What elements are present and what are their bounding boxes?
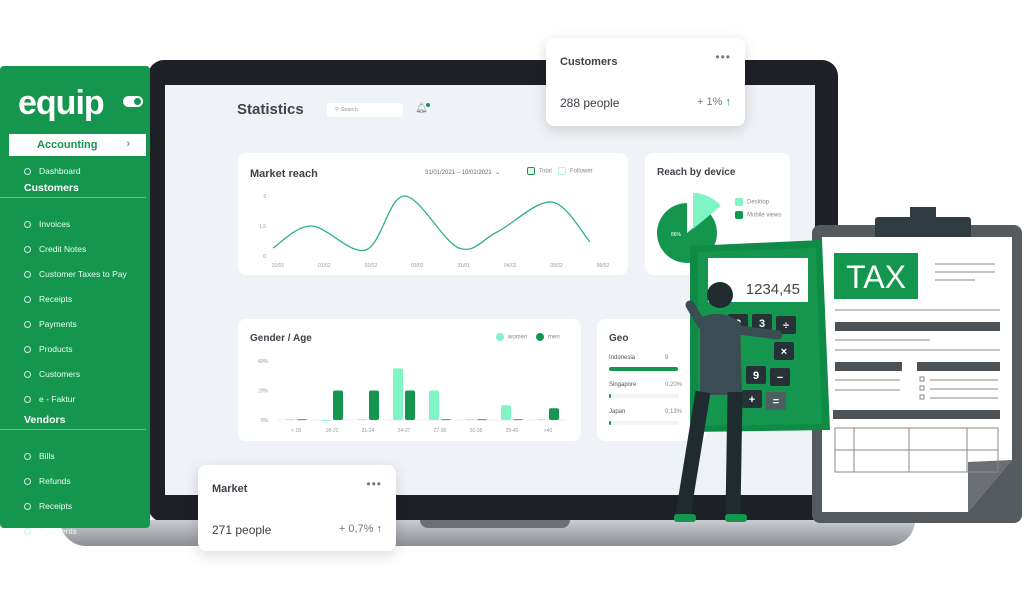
clipboard-illustration: TAX: [812, 207, 1022, 523]
calculator-key-label: +: [749, 394, 755, 406]
calculator-key-label: =: [773, 396, 779, 408]
calculator-display: 1234,45: [746, 281, 800, 298]
calculator-key-label: −: [777, 372, 783, 384]
calculator-key-label: ×: [781, 346, 787, 358]
calculator-key-label: 9: [753, 370, 759, 382]
tax-label: TAX: [846, 259, 906, 295]
illustration: TAX 1234,45 23÷×9−+=: [674, 207, 1022, 523]
calculator-key-label: ÷: [783, 320, 789, 332]
